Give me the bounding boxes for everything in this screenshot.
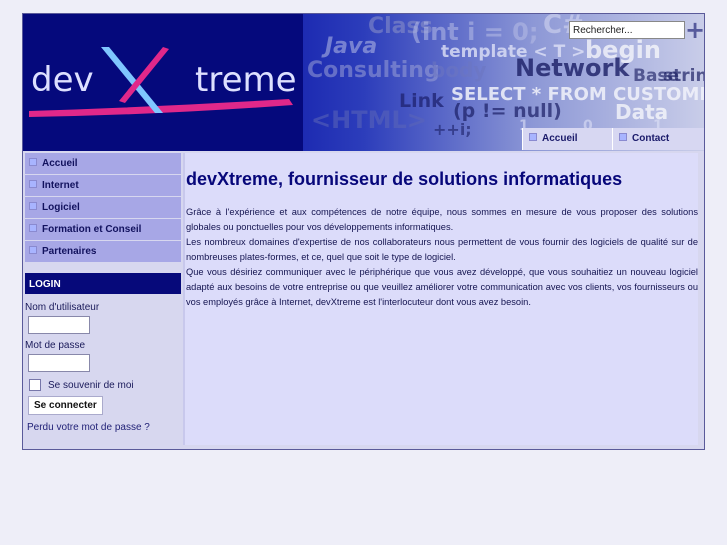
- tab-label: Contact: [632, 133, 670, 144]
- sidebar-item-internet[interactable]: Internet: [25, 175, 181, 197]
- banner-word: Network: [515, 54, 630, 82]
- logo-panel: dev treme: [23, 14, 303, 151]
- sidebar-item-formation[interactable]: Formation et Conseil: [25, 219, 181, 241]
- sidebar-item-label: Partenaires: [42, 246, 97, 257]
- sidebar-item-logiciel[interactable]: Logiciel: [25, 197, 181, 219]
- svg-text:dev: dev: [31, 60, 94, 100]
- header-banner: Class (int i = 0; C# +) Java template < …: [23, 14, 704, 151]
- password-field[interactable]: [28, 354, 90, 372]
- login-button[interactable]: Se connecter: [28, 396, 103, 415]
- password-label: Mot de passe: [25, 340, 86, 351]
- search-input[interactable]: [569, 21, 685, 39]
- sidebar-item-label: Logiciel: [42, 202, 80, 213]
- square-bullet-icon: [29, 180, 37, 188]
- page-title: devXtreme, fournisseur de solutions info…: [186, 169, 623, 189]
- banner-word: ++i;: [433, 120, 472, 139]
- remember-label: Se souvenir de moi: [48, 379, 134, 391]
- main-content: devXtreme, fournisseur de solutions info…: [183, 153, 698, 445]
- sidebar: Accueil Internet Logiciel Formation et C…: [25, 153, 181, 433]
- square-bullet-icon: [29, 202, 37, 210]
- sidebar-item-label: Accueil: [42, 158, 78, 169]
- username-field[interactable]: [28, 316, 90, 334]
- banner-word: +): [685, 16, 704, 44]
- sidebar-item-label: Formation et Conseil: [42, 224, 142, 235]
- content-paragraph: Que vous désiriez communiquer avec le pé…: [186, 267, 698, 307]
- square-bullet-icon: [29, 224, 37, 232]
- square-bullet-icon: [619, 133, 627, 141]
- svg-text:treme: treme: [195, 60, 297, 100]
- banner-word: body: [431, 58, 487, 82]
- banner-word: Java: [325, 34, 378, 59]
- sidebar-item-label: Internet: [42, 180, 79, 191]
- content-paragraph: Les nombreux domaines d'expertise de nos…: [186, 237, 698, 262]
- page-frame: Class (int i = 0; C# +) Java template < …: [22, 13, 705, 450]
- forgot-password-link[interactable]: Perdu votre mot de passe ?: [27, 422, 181, 433]
- square-bullet-icon: [29, 246, 37, 254]
- username-label: Nom d'utilisateur: [25, 302, 100, 313]
- banner-word: Consulting: [307, 58, 440, 83]
- login-heading: LOGIN: [25, 273, 181, 294]
- tab-label: Accueil: [542, 133, 578, 144]
- sidebar-item-accueil[interactable]: Accueil: [25, 153, 181, 175]
- sidebar-item-partenaires[interactable]: Partenaires: [25, 241, 181, 263]
- remember-me: Se souvenir de moi: [29, 379, 181, 391]
- banner-word: <HTML>: [311, 106, 427, 134]
- banner-word: (p != null): [453, 100, 562, 122]
- tab-accueil[interactable]: Accueil: [522, 128, 612, 150]
- remember-checkbox[interactable]: [29, 379, 41, 391]
- square-bullet-icon: [529, 133, 537, 141]
- banner-word: string: [663, 66, 704, 86]
- content-paragraph: Grâce à l'expérience et aux compétences …: [186, 207, 698, 232]
- tab-contact[interactable]: Contact: [612, 128, 704, 150]
- devxtreme-logo: dev treme: [29, 47, 297, 117]
- square-bullet-icon: [29, 158, 37, 166]
